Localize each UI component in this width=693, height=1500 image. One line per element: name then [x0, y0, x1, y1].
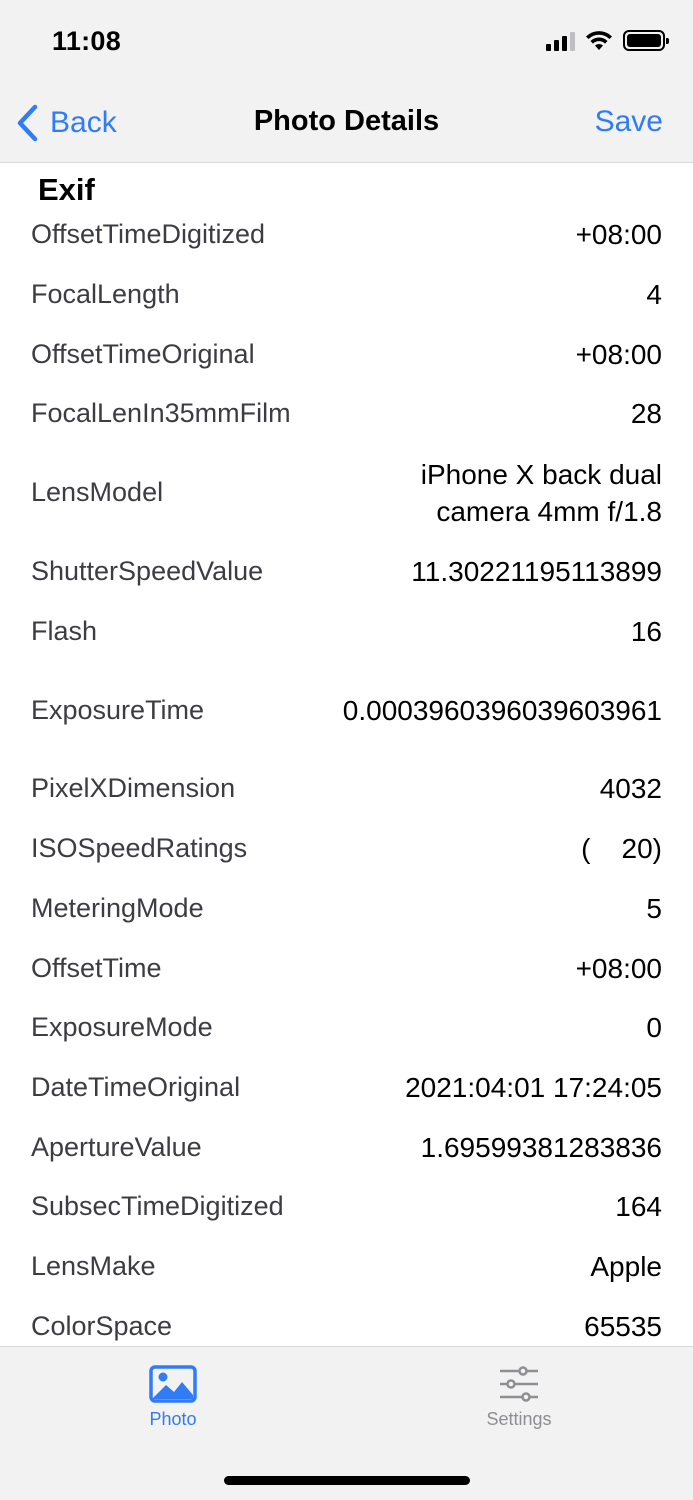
tab-settings[interactable]: Settings	[439, 1365, 599, 1430]
row-value: 5	[646, 892, 662, 924]
row-key: MeteringMode	[31, 892, 204, 923]
row-key: ApertureValue	[31, 1131, 202, 1162]
row-key: ExposureMode	[31, 1012, 213, 1043]
row-value: ( 20)	[581, 833, 662, 865]
row-value: 1.69599381283836	[420, 1131, 662, 1163]
row-value: iPhone X back dual camera 4mm f/1.8	[420, 458, 662, 527]
table-row: OffsetTimeDigitized +08:00	[0, 205, 693, 265]
row-value: 4032	[599, 773, 662, 805]
row-value: 0	[646, 1012, 662, 1044]
row-key: FocalLength	[31, 279, 180, 310]
row-key: OffsetTimeOriginal	[31, 338, 255, 369]
save-button[interactable]: Save	[595, 105, 663, 139]
section-header-exif: Exif	[38, 172, 95, 207]
table-row: PixelXDimension 4032	[0, 759, 693, 819]
row-value: 65535	[584, 1310, 662, 1342]
table-row: Flash 16	[0, 601, 693, 661]
sliders-icon	[500, 1366, 538, 1402]
row-key: ISOSpeedRatings	[31, 833, 248, 864]
row-key: SubsecTimeDigitized	[31, 1191, 284, 1222]
row-value: 2021:04:01 17:24:05	[405, 1071, 662, 1103]
row-value: 11.30221195113899	[411, 556, 662, 588]
table-row: FocalLength 4	[0, 265, 693, 325]
row-value: 16	[630, 615, 662, 647]
row-value: 164	[615, 1191, 662, 1223]
row-value: +08:00	[575, 952, 662, 984]
photo-icon	[149, 1365, 197, 1403]
status-time: 11:08	[52, 26, 122, 56]
row-key: DateTimeOriginal	[31, 1071, 241, 1102]
table-row: SubsecTimeDigitized 164	[0, 1177, 693, 1237]
row-key: Flash	[31, 615, 98, 646]
row-key: FocalLenIn35mmFilm	[31, 398, 291, 429]
table-row: DateTimeOriginal 2021:04:01 17:24:05	[0, 1058, 693, 1118]
row-key: OffsetTimeDigitized	[31, 219, 266, 250]
page-title: Photo Details	[253, 105, 440, 137]
home-indicator	[224, 1476, 470, 1485]
wifi-icon	[586, 31, 612, 50]
row-key: LensMake	[31, 1250, 156, 1281]
table-row: LensModel iPhone X back dual camera 4mm f…	[0, 444, 693, 542]
row-value: 28	[630, 398, 662, 430]
table-row: LensMake Apple	[0, 1237, 693, 1297]
table-row: ExposureTime 0.0003960396039603961	[0, 661, 693, 759]
row-key: ExposureTime	[31, 694, 205, 725]
table-row: OffsetTimeOriginal +08:00	[0, 324, 693, 384]
table-row: FocalLenIn35mmFilm 28	[0, 384, 693, 444]
table-row: ApertureValue 1.69599381283836	[0, 1117, 693, 1177]
row-key: ShutterSpeedValue	[31, 556, 264, 587]
table-row: ISOSpeedRatings ( 20)	[0, 819, 693, 879]
row-value: +08:00	[575, 338, 662, 370]
battery-icon	[623, 30, 669, 51]
row-key: PixelXDimension	[31, 773, 236, 804]
tab-photo[interactable]: Photo	[93, 1365, 253, 1430]
details-list[interactable]: Exif OffsetTimeDigitized +08:00 FocalLeng…	[0, 164, 693, 1346]
row-value: Apple	[590, 1250, 662, 1282]
row-key: LensModel	[31, 477, 164, 508]
row-key: OffsetTime	[31, 952, 162, 983]
table-row: ColorSpace 65535	[0, 1296, 693, 1346]
table-row: ShutterSpeedValue 11.30221195113899	[0, 542, 693, 602]
table-row: OffsetTime +08:00	[0, 938, 693, 998]
row-value: 0.0003960396039603961	[342, 694, 662, 726]
table-row: MeteringMode 5	[0, 879, 693, 939]
cellular-signal-icon	[546, 31, 575, 51]
status-icons	[546, 30, 669, 51]
row-value: +08:00	[575, 219, 662, 251]
table-row: ExposureMode 0	[0, 998, 693, 1058]
row-value: 4	[646, 279, 662, 311]
row-key: ColorSpace	[31, 1310, 173, 1341]
exif-rows: OffsetTimeDigitized +08:00 FocalLength 4 O…	[0, 205, 693, 1346]
tab-settings-label: Settings	[486, 1409, 552, 1429]
top-bar: 11:08 Back Photo Details Save	[0, 0, 693, 163]
tab-photo-label: Photo	[149, 1409, 197, 1429]
